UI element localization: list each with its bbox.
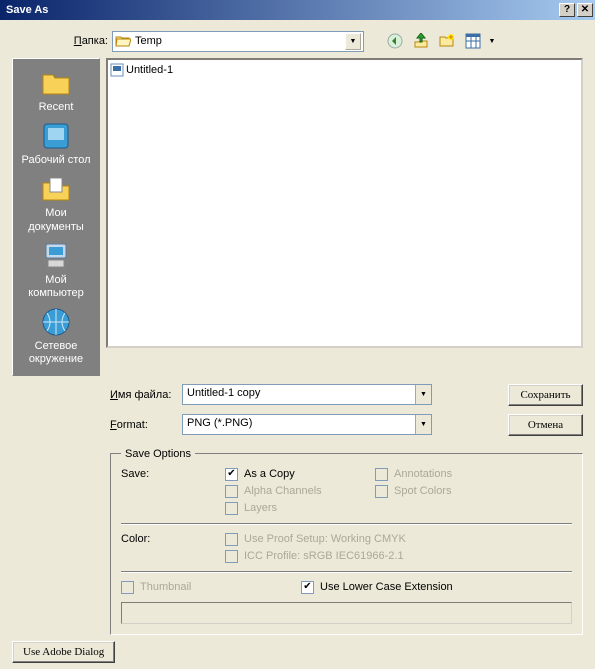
places-bar: Recent Рабочий стол Мои документы Мой ко… (12, 58, 100, 376)
use-adobe-dialog-button[interactable]: Use Adobe Dialog (12, 641, 115, 663)
places-label: Сетевое окружение (16, 340, 96, 366)
checkbox-icon (225, 533, 238, 546)
folder-value: Temp (131, 35, 345, 47)
annotations-label: Annotations (394, 468, 452, 480)
desktop-icon (40, 120, 72, 152)
as-copy-checkbox[interactable]: ✔ As a Copy (225, 468, 375, 481)
color-section-label: Color: (121, 533, 225, 545)
places-documents[interactable]: Мои документы (16, 173, 96, 233)
file-icon (110, 63, 124, 77)
separator (121, 523, 572, 525)
spot-colors-checkbox: Spot Colors (375, 485, 452, 498)
checkbox-icon (121, 581, 134, 594)
proof-setup-checkbox: Use Proof Setup: Working CMYK (225, 533, 406, 546)
save-options-group: Save Options Save: ✔ As a Copy Alpha Chan… (110, 448, 583, 635)
checkbox-icon (225, 550, 238, 563)
alpha-label: Alpha Channels (244, 485, 322, 497)
spot-label: Spot Colors (394, 485, 451, 497)
thumbnail-checkbox: Thumbnail (121, 581, 301, 594)
places-label: Мои документы (16, 207, 96, 233)
checkbox-icon: ✔ (301, 581, 314, 594)
save-button[interactable]: Сохранить (508, 384, 583, 406)
close-button[interactable]: ✕ (577, 3, 593, 17)
filename-input[interactable]: Untitled-1 copy ▼ (182, 384, 432, 405)
up-icon (413, 33, 429, 49)
annotations-checkbox: Annotations (375, 468, 452, 481)
separator (121, 571, 572, 573)
alpha-channels-checkbox: Alpha Channels (225, 485, 375, 498)
network-icon (40, 306, 72, 338)
checkbox-icon: ✔ (225, 468, 238, 481)
icc-label: ICC Profile: sRGB IEC61966-2.1 (244, 550, 404, 562)
lowercase-ext-checkbox[interactable]: ✔ Use Lower Case Extension (301, 581, 453, 594)
places-network[interactable]: Сетевое окружение (16, 306, 96, 366)
save-section-label: Save: (121, 468, 225, 480)
format-select[interactable]: PNG (*.PNG) ▼ (182, 414, 432, 435)
folder-row: Папка: Temp ▼ ▼ (66, 30, 583, 52)
places-label: Рабочий стол (21, 154, 90, 167)
checkbox-icon (375, 485, 388, 498)
proof-label: Use Proof Setup: Working CMYK (244, 533, 406, 545)
back-icon (387, 33, 403, 49)
folder-dropdown-icon[interactable]: ▼ (345, 33, 361, 50)
up-button[interactable] (410, 30, 432, 52)
places-recent[interactable]: Recent (16, 67, 96, 114)
computer-icon (40, 240, 72, 272)
save-options-legend: Save Options (121, 448, 195, 460)
format-value: PNG (*.PNG) (183, 415, 415, 434)
places-label: Recent (39, 101, 74, 114)
as-copy-label: As a Copy (244, 468, 295, 480)
titlebar: Save As ? ✕ (0, 0, 595, 20)
places-computer[interactable]: Мой компьютер (16, 240, 96, 300)
cancel-button[interactable]: Отмена (508, 414, 583, 436)
folder-select[interactable]: Temp ▼ (112, 31, 364, 52)
folder-label: Папка: (66, 35, 108, 47)
filename-dropdown-icon[interactable]: ▼ (415, 385, 431, 404)
checkbox-icon (225, 485, 238, 498)
recent-folder-icon (40, 67, 72, 99)
thumbnail-label: Thumbnail (140, 581, 191, 593)
filename-label: Имя файла: (110, 389, 174, 401)
nav-icons: ▼ (384, 30, 496, 52)
layers-label: Layers (244, 502, 277, 514)
bottom-bar: Use Adobe Dialog (0, 641, 595, 669)
view-menu-button[interactable] (462, 30, 484, 52)
format-label: Format: (110, 419, 174, 431)
checkbox-icon (225, 502, 238, 515)
layers-checkbox: Layers (225, 502, 375, 515)
window-title: Save As (2, 4, 557, 16)
open-folder-icon (115, 34, 131, 48)
back-button[interactable] (384, 30, 406, 52)
documents-icon (40, 173, 72, 205)
view-icon (465, 33, 481, 49)
warning-area (121, 602, 572, 624)
new-folder-button[interactable] (436, 30, 458, 52)
filename-row: Имя файла: Untitled-1 copy ▼ Сохранить (110, 384, 583, 406)
file-name: Untitled-1 (126, 64, 173, 76)
file-list[interactable]: Untitled-1 (106, 58, 583, 348)
places-desktop[interactable]: Рабочий стол (16, 120, 96, 167)
new-folder-icon (439, 33, 455, 49)
checkbox-icon (375, 468, 388, 481)
format-dropdown-icon[interactable]: ▼ (415, 415, 431, 434)
help-button[interactable]: ? (559, 3, 575, 17)
lowercase-label: Use Lower Case Extension (320, 581, 453, 593)
places-label: Мой компьютер (16, 274, 96, 300)
file-item[interactable]: Untitled-1 (110, 62, 579, 78)
icc-profile-checkbox: ICC Profile: sRGB IEC61966-2.1 (225, 550, 406, 563)
view-dropdown-icon[interactable]: ▼ (488, 38, 496, 45)
filename-value: Untitled-1 copy (183, 385, 415, 404)
format-row: Format: PNG (*.PNG) ▼ Отмена (110, 414, 583, 436)
